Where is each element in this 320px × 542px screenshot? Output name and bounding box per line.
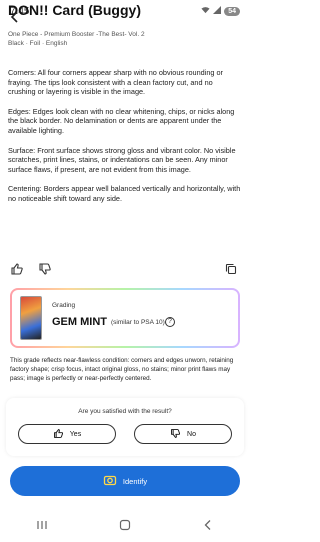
centering-label: Centering: [8, 184, 40, 194]
back-arrow-icon[interactable]: [8, 10, 24, 26]
thumbs-down-icon: [170, 428, 181, 441]
grade-note: (similar to PSA 10): [111, 319, 165, 326]
grade-card: Grading GEM MINT (similar to PSA 10) ?: [10, 288, 240, 348]
camera-icon: [103, 473, 117, 489]
identify-label: Identify: [122, 476, 148, 486]
grade-card-inner: Grading GEM MINT (similar to PSA 10) ?: [12, 290, 238, 346]
system-nav-bar: [0, 512, 250, 542]
edges-label: Edges: [8, 106, 29, 116]
back-icon[interactable]: [202, 518, 214, 536]
card-title: DON!! Card (Buggy): [8, 2, 141, 18]
header: DON!! Card (Buggy) One Piece - Premium B…: [0, 0, 250, 50]
yes-button[interactable]: Yes: [18, 424, 116, 444]
satisfaction-question: Are you satisfied with the result?: [78, 408, 172, 415]
corners-text: : All four corners appear sharp with no …: [8, 68, 223, 97]
yes-label: Yes: [69, 430, 82, 438]
surface-text: : Front surface shows strong gloss and v…: [8, 145, 236, 174]
surface-label: Surface: [8, 145, 34, 155]
card-thumbnail: [20, 296, 42, 340]
grade-summary: This grade reflects near-flawless condit…: [10, 357, 234, 382]
identify-button[interactable]: Identify: [10, 466, 240, 496]
edges-text: : Edges look clean with no clear whiteni…: [8, 106, 235, 135]
thumbs-up-icon[interactable]: [10, 262, 24, 276]
satisfaction-panel: Are you satisfied with the result? Yes N…: [6, 398, 244, 456]
corners-label: Corners: [8, 68, 34, 77]
surface-paragraph: Surface: Front surface shows strong glos…: [8, 146, 242, 175]
corners-paragraph: Corners: All four corners appear sharp w…: [8, 68, 242, 97]
centering-paragraph: Centering: Borders appear well balanced …: [8, 184, 242, 203]
home-icon[interactable]: [119, 518, 131, 536]
help-icon[interactable]: ?: [165, 317, 175, 327]
card-subtitle: One Piece - Premium Booster -The Best- V…: [8, 30, 208, 48]
copy-icon[interactable]: [224, 262, 238, 276]
grading-label: Grading: [52, 302, 76, 309]
no-button[interactable]: No: [134, 424, 232, 444]
grade-value: GEM MINT: [52, 316, 107, 328]
feedback-actions: [10, 262, 238, 276]
grading-details: Corners: All four corners appear sharp w…: [8, 68, 242, 214]
thumbs-down-icon[interactable]: [38, 262, 52, 276]
card-set-name: One Piece - Premium Booster -The Best- V…: [8, 31, 145, 38]
card-variant: Black · Foil · English: [8, 40, 68, 47]
recent-apps-icon[interactable]: [36, 518, 48, 536]
edges-paragraph: Edges: Edges look clean with no clear wh…: [8, 107, 242, 136]
no-label: No: [187, 430, 196, 438]
centering-text: : Borders appear well balanced verticall…: [8, 184, 241, 203]
thumbs-up-icon: [53, 428, 64, 441]
